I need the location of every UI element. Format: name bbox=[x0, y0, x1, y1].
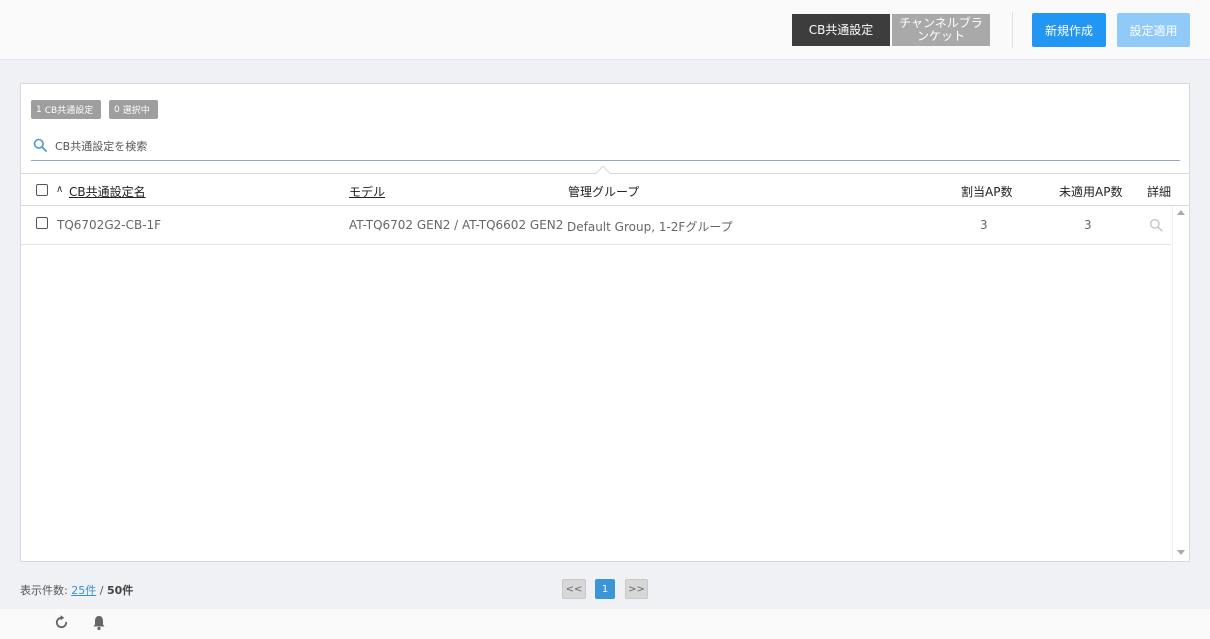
bell-icon[interactable] bbox=[91, 614, 107, 631]
total-count-value: 1 bbox=[36, 104, 42, 115]
column-header-name[interactable]: CB共通設定名 bbox=[69, 183, 146, 200]
apply-settings-button[interactable]: 設定適用 bbox=[1117, 13, 1190, 47]
pagination-prev-button[interactable]: << bbox=[562, 579, 586, 599]
row-unapplied-ap: 3 bbox=[1084, 218, 1092, 232]
selected-count-label: 選択中 bbox=[122, 106, 150, 116]
total-count-badge: 1 CB共通設定 bbox=[31, 100, 102, 119]
search-input[interactable] bbox=[55, 136, 655, 156]
row-name: TQ6702G2-CB-1F bbox=[57, 218, 162, 232]
refresh-icon[interactable] bbox=[53, 614, 70, 631]
toolbar-divider bbox=[1012, 12, 1013, 48]
tab-cb-common-settings[interactable]: CB共通設定 bbox=[792, 14, 890, 46]
table-scrollbar[interactable] bbox=[1172, 206, 1189, 561]
table-row[interactable]: TQ6702G2-CB-1F AT-TQ6702 GEN2 / AT-TQ660… bbox=[21, 206, 1171, 245]
row-group: Default Group, 1-2Fグループ bbox=[567, 220, 733, 234]
magnifier-icon[interactable] bbox=[1149, 218, 1163, 232]
top-toolbar: CB共通設定 チャンネルブランケット 新規作成 設定適用 bbox=[0, 0, 1210, 60]
row-assigned-ap: 3 bbox=[980, 218, 988, 232]
page-size-label: 表示件数: bbox=[20, 584, 68, 597]
page-size-link[interactable]: 25件 bbox=[71, 584, 96, 597]
header-caret bbox=[594, 165, 612, 183]
page-size-info: 表示件数: 25件 / 50件 bbox=[20, 582, 133, 598]
bottom-bar bbox=[0, 609, 1210, 639]
row-model: AT-TQ6702 GEN2 / AT-TQ6602 GEN2 bbox=[349, 218, 564, 232]
selected-count-value: 0 bbox=[114, 104, 120, 115]
column-header-group[interactable]: 管理グループ bbox=[568, 183, 639, 200]
pagination-next-button[interactable]: >> bbox=[625, 579, 648, 599]
search-bar bbox=[31, 132, 1180, 161]
total-count-label: CB共通設定 bbox=[44, 106, 94, 116]
table-header: ∧ CB共通設定名 モデル 管理グループ 割当AP数 未適用AP数 詳細 bbox=[21, 165, 1189, 206]
create-new-button[interactable]: 新規作成 bbox=[1032, 13, 1106, 47]
table-body: TQ6702G2-CB-1F AT-TQ6702 GEN2 / AT-TQ660… bbox=[21, 206, 1171, 562]
tab-channel-blanket[interactable]: チャンネルブランケット bbox=[892, 14, 990, 46]
row-checkbox[interactable] bbox=[36, 217, 48, 229]
select-all-checkbox[interactable] bbox=[36, 184, 48, 196]
selected-count-badge: 0 選択中 bbox=[109, 100, 158, 119]
column-header-assigned-ap[interactable]: 割当AP数 bbox=[961, 183, 1012, 200]
pagination-page-1[interactable]: 1 bbox=[595, 579, 615, 599]
cb-settings-panel: 1 CB共通設定 0 選択中 ∧ CB共通設定名 モデル 管理グループ 割当AP… bbox=[20, 83, 1190, 562]
scroll-down-arrow-icon[interactable] bbox=[1177, 550, 1185, 555]
search-icon bbox=[33, 138, 47, 152]
page-size-total: 50件 bbox=[106, 584, 134, 597]
column-header-model[interactable]: モデル bbox=[349, 183, 385, 200]
scroll-up-arrow-icon[interactable] bbox=[1177, 210, 1185, 215]
column-header-unapplied-ap[interactable]: 未適用AP数 bbox=[1059, 183, 1122, 200]
sort-ascending-icon[interactable]: ∧ bbox=[56, 184, 63, 195]
column-header-detail: 詳細 bbox=[1147, 185, 1172, 199]
page-size-separator: / bbox=[99, 584, 104, 597]
